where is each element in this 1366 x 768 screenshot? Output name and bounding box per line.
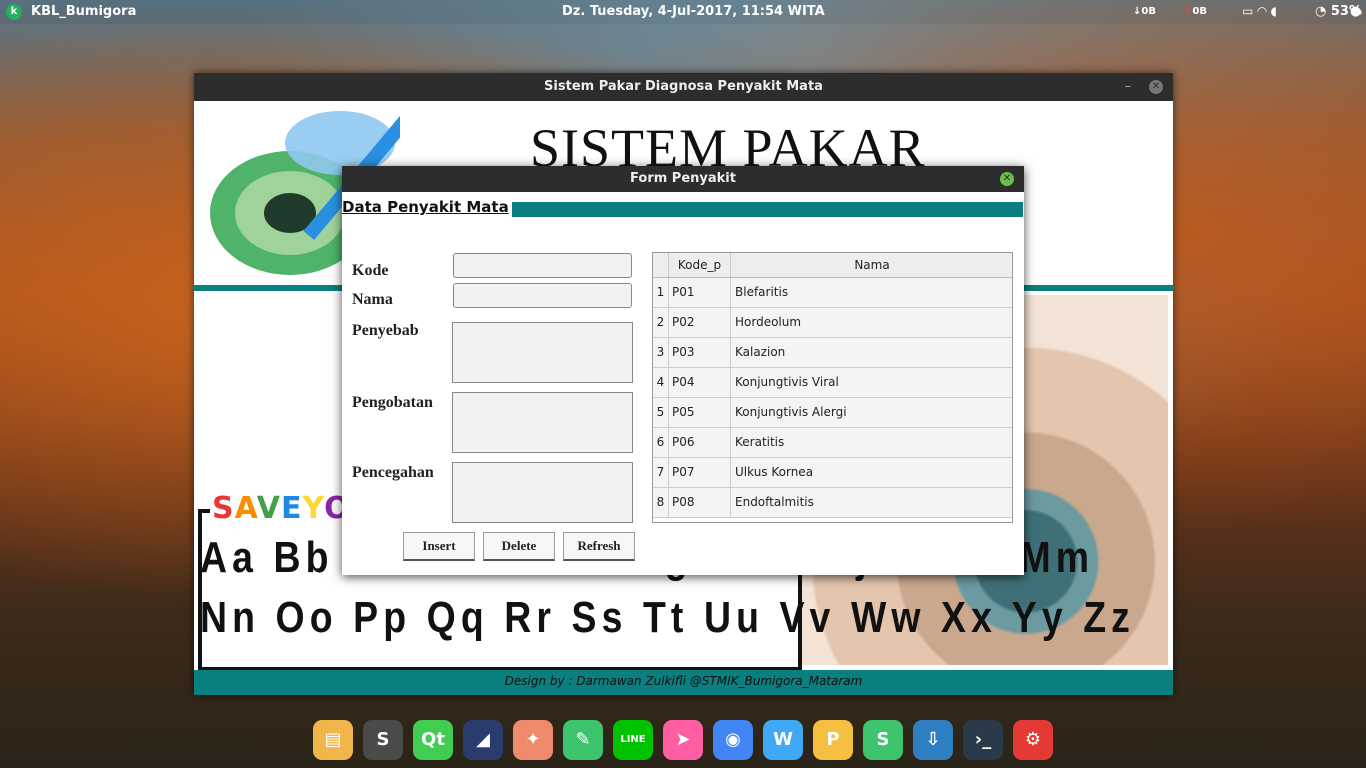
cell-nama[interactable]: Keratitis bbox=[732, 428, 1012, 457]
footer-credit: Design by : Darmawan Zulkifli @STMIK_Bum… bbox=[194, 670, 1173, 695]
line-icon[interactable]: LINE bbox=[613, 720, 653, 760]
top-panel: k KBL_Bumigora Dz. Tuesday, 4-Jul-2017, … bbox=[0, 0, 1366, 24]
cell-nama[interactable]: Konjungtivis Viral bbox=[732, 368, 1012, 397]
penyebab-label: Penyebab bbox=[352, 322, 419, 339]
net-down-indicator: ↓0B bbox=[1133, 6, 1156, 17]
wps-writer-icon[interactable]: W bbox=[763, 720, 803, 760]
alphabet-row-2: Nn Oo Pp Qq Rr Ss Tt Uu Vv Ww Xx Yy Zz bbox=[200, 593, 1135, 642]
net-up-indicator: ↑0B bbox=[1184, 6, 1207, 17]
cell-kode[interactable]: P06 bbox=[669, 428, 731, 457]
row-number: 1 bbox=[653, 278, 669, 307]
table-row[interactable]: 2 P02 Hordeolum bbox=[653, 308, 1012, 338]
terminal-icon[interactable]: ›_ bbox=[963, 720, 1003, 760]
table-header: Kode_p Nama bbox=[653, 253, 1012, 278]
main-close-button[interactable]: ✕ bbox=[1149, 80, 1163, 94]
nama-label: Nama bbox=[352, 291, 393, 308]
cell-kode[interactable]: P04 bbox=[669, 368, 731, 397]
net-up-value: 0B bbox=[1192, 6, 1207, 17]
table-row[interactable]: 7 P07 Ulkus Kornea bbox=[653, 458, 1012, 488]
cell-nama[interactable]: Hordeolum bbox=[732, 308, 1012, 337]
pengobatan-label: Pengobatan bbox=[352, 394, 433, 411]
column-header-nama[interactable]: Nama bbox=[732, 253, 1012, 277]
dock: ▤ S Qt ◢ ✦ ✎ LINE ➤ ◉ W P S ⇩ ›_ ⚙ bbox=[306, 716, 1062, 768]
hostname-label: KBL_Bumigora bbox=[31, 4, 137, 19]
cell-kode[interactable]: P01 bbox=[669, 278, 731, 307]
system-tray[interactable]: ▭◠◖ bbox=[1242, 4, 1281, 18]
cell-nama[interactable]: Konjungtivis Alergi bbox=[732, 398, 1012, 427]
cell-kode[interactable]: P03 bbox=[669, 338, 731, 367]
row-number-header bbox=[653, 253, 669, 277]
wps-presentation-icon[interactable]: ➤ bbox=[663, 720, 703, 760]
wifi-icon[interactable]: ◠ bbox=[1257, 4, 1270, 18]
sublime-text-icon[interactable]: S bbox=[363, 720, 403, 760]
kode-input[interactable] bbox=[453, 253, 632, 278]
wps-spreadsheet-icon[interactable]: S bbox=[863, 720, 903, 760]
settings-icon[interactable]: ⚙ bbox=[1013, 720, 1053, 760]
cell-nama[interactable]: Endoftalmitis bbox=[732, 488, 1012, 517]
cell-nama[interactable]: Ulkus Kornea bbox=[732, 458, 1012, 487]
section-heading: Data Penyakit Mata bbox=[342, 198, 509, 216]
mysql-workbench-icon[interactable]: ◢ bbox=[463, 720, 503, 760]
penyakit-table[interactable]: Kode_p Nama 1 P01 Blefaritis 2 P02 Horde… bbox=[652, 252, 1013, 523]
wps-presentation-p-icon[interactable]: P bbox=[813, 720, 853, 760]
table-row[interactable]: 1 P01 Blefaritis bbox=[653, 278, 1012, 308]
penyebab-textarea[interactable] bbox=[452, 322, 633, 383]
row-number: 5 bbox=[653, 398, 669, 427]
pencegahan-label: Pencegahan bbox=[352, 464, 434, 481]
row-number: 4 bbox=[653, 368, 669, 397]
cell-kode[interactable]: P02 bbox=[669, 308, 731, 337]
row-number: 7 bbox=[653, 458, 669, 487]
table-row[interactable]: 3 P03 Kalazion bbox=[653, 338, 1012, 368]
table-row[interactable]: 5 P05 Konjungtivis Alergi bbox=[653, 398, 1012, 428]
minimize-button[interactable]: – bbox=[1125, 73, 1132, 101]
nama-input[interactable] bbox=[453, 283, 632, 308]
user-icon[interactable]: ● bbox=[1350, 4, 1361, 19]
pencegahan-textarea[interactable] bbox=[452, 462, 633, 523]
form-penyakit-dialog: Form Penyakit ✕ Data Penyakit Mata Kode … bbox=[342, 166, 1024, 575]
delete-button[interactable]: Delete bbox=[483, 532, 555, 561]
net-down-value: 0B bbox=[1141, 6, 1156, 17]
cell-kode[interactable]: P07 bbox=[669, 458, 731, 487]
table-row[interactable]: 6 P06 Keratitis bbox=[653, 428, 1012, 458]
installer-icon[interactable]: ⇩ bbox=[913, 720, 953, 760]
cell-kode[interactable]: P05 bbox=[669, 398, 731, 427]
pengobatan-textarea[interactable] bbox=[452, 392, 633, 453]
insert-button[interactable]: Insert bbox=[403, 532, 475, 561]
cell-kode[interactable]: P08 bbox=[669, 488, 731, 517]
table-row[interactable]: 4 P04 Konjungtivis Viral bbox=[653, 368, 1012, 398]
inkscape-icon[interactable]: ✦ bbox=[513, 720, 553, 760]
column-header-kode[interactable]: Kode_p bbox=[669, 253, 731, 277]
row-number: 3 bbox=[653, 338, 669, 367]
row-number: 2 bbox=[653, 308, 669, 337]
cell-nama[interactable]: Kalazion bbox=[732, 338, 1012, 367]
row-number: 6 bbox=[653, 428, 669, 457]
dialog-title: Form Penyakit bbox=[630, 171, 736, 186]
dialog-close-button[interactable]: ✕ bbox=[1000, 172, 1014, 186]
heading-bar bbox=[512, 202, 1023, 217]
refresh-button[interactable]: Refresh bbox=[563, 532, 635, 561]
table-row[interactable]: 8 P08 Endoftalmitis bbox=[653, 488, 1012, 518]
display-icon[interactable]: ▭ bbox=[1242, 4, 1257, 18]
volume-icon[interactable]: ◖ bbox=[1271, 4, 1281, 18]
chromium-icon[interactable]: ◉ bbox=[713, 720, 753, 760]
clock[interactable]: Dz. Tuesday, 4-Jul-2017, 11:54 WITA bbox=[562, 4, 825, 19]
row-number: 8 bbox=[653, 488, 669, 517]
dialog-titlebar[interactable]: Form Penyakit ✕ bbox=[342, 166, 1024, 192]
main-window-title: Sistem Pakar Diagnosa Penyakit Mata bbox=[544, 79, 823, 94]
qt-creator-icon[interactable]: Qt bbox=[413, 720, 453, 760]
distro-logo-icon[interactable]: k bbox=[6, 4, 22, 20]
files-icon[interactable]: ▤ bbox=[313, 720, 353, 760]
screenshot-icon[interactable]: ✎ bbox=[563, 720, 603, 760]
kode-label: Kode bbox=[352, 262, 389, 279]
main-window-titlebar[interactable]: Sistem Pakar Diagnosa Penyakit Mata – ✕ bbox=[194, 73, 1173, 101]
cell-nama[interactable]: Blefaritis bbox=[732, 278, 1012, 307]
